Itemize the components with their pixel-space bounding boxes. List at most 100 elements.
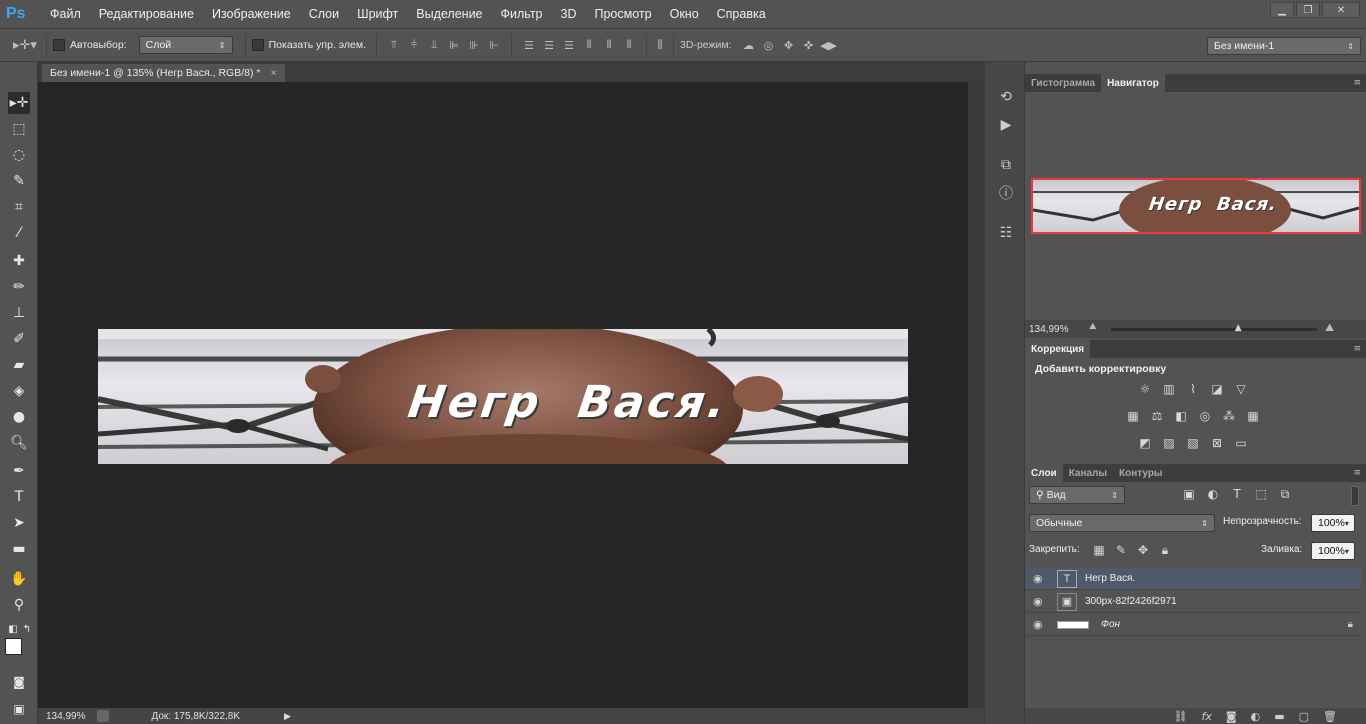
menu-window[interactable]: Окно: [670, 7, 699, 21]
menu-type[interactable]: Шрифт: [357, 7, 398, 21]
filter-shape-icon[interactable]: ⬚: [1253, 487, 1269, 501]
quick-mask-icon[interactable]: ◙: [8, 671, 30, 693]
photo-filter-icon[interactable]: ◎: [1197, 409, 1213, 423]
layer-row[interactable]: ◉ Фон 🔒︎: [1025, 614, 1361, 636]
align-left-icon[interactable]: ⊫: [447, 38, 461, 52]
menu-help[interactable]: Справка: [717, 7, 766, 21]
type-tool-icon[interactable]: T: [8, 486, 30, 508]
brightness-icon[interactable]: ☼: [1137, 382, 1153, 396]
exposure-icon[interactable]: ◪: [1209, 382, 1225, 396]
dodge-tool-icon[interactable]: 🔍︎: [8, 432, 30, 454]
link-layers-icon[interactable]: ⛓: [1174, 710, 1188, 723]
align-hcenter-icon[interactable]: ⊪: [467, 38, 481, 52]
restore-button[interactable]: ❐: [1296, 2, 1320, 18]
fx-icon[interactable]: fx: [1202, 710, 1212, 723]
tab-paths[interactable]: Контуры: [1113, 464, 1168, 482]
zoom-tool-icon[interactable]: ⚲: [8, 594, 30, 616]
document-canvas[interactable]: Негр Вася.: [98, 329, 908, 464]
tab-histogram[interactable]: Гистограмма: [1025, 74, 1101, 92]
filter-pixel-icon[interactable]: ▣: [1181, 487, 1197, 501]
autoselect-checkbox[interactable]: [53, 39, 65, 51]
marquee-tool-icon[interactable]: ⬚: [8, 118, 30, 140]
fill-field[interactable]: 100% ▾: [1311, 542, 1355, 560]
menu-3d[interactable]: 3D: [561, 7, 577, 21]
roll-3d-icon[interactable]: ◎: [762, 38, 776, 52]
3d-panel-icon[interactable]: ⧉: [997, 156, 1015, 174]
path-select-tool-icon[interactable]: ➤: [8, 512, 30, 534]
hue-saturation-icon[interactable]: ▦: [1125, 409, 1141, 423]
menu-view[interactable]: Просмотр: [595, 7, 652, 21]
history-brush-tool-icon[interactable]: ✐: [8, 328, 30, 350]
actions-panel-icon[interactable]: ▶: [997, 116, 1015, 134]
new-group-icon[interactable]: ▬: [1274, 710, 1284, 723]
add-mask-icon[interactable]: ◙: [1226, 710, 1237, 723]
screen-mode-icon[interactable]: ▣: [8, 698, 30, 720]
status-menu-arrow-icon[interactable]: ▶: [284, 711, 291, 722]
trash-icon[interactable]: 🗑︎: [1323, 710, 1337, 723]
navigator-zoom-value[interactable]: 134,99%: [1029, 324, 1068, 335]
status-share-icon[interactable]: [97, 710, 110, 722]
eye-icon[interactable]: ◉: [1033, 572, 1047, 585]
move-tool-preset-icon[interactable]: ▸✛▾: [10, 38, 40, 53]
distribute-right-icon[interactable]: ⫴: [622, 38, 636, 52]
layer-name[interactable]: Негр Вася.: [1085, 573, 1135, 584]
healing-brush-tool-icon[interactable]: ✚: [8, 250, 30, 272]
zoom-out-icon[interactable]: ⛰: [1089, 322, 1097, 332]
posterize-icon[interactable]: ▨: [1161, 436, 1177, 450]
info-panel-icon[interactable]: ⓘ: [997, 184, 1015, 202]
quick-select-tool-icon[interactable]: ✎: [8, 170, 30, 192]
align-vcenter-icon[interactable]: ⫩: [407, 38, 421, 52]
lock-transparency-icon[interactable]: ▦: [1091, 543, 1107, 557]
tab-layers[interactable]: Слои: [1025, 464, 1063, 482]
lock-pixels-icon[interactable]: ✎: [1113, 543, 1129, 557]
blur-tool-icon[interactable]: ●: [8, 406, 30, 428]
new-layer-icon[interactable]: ▢: [1299, 710, 1309, 723]
color-balance-icon[interactable]: ⚖: [1149, 409, 1165, 423]
layer-name[interactable]: Фон: [1101, 619, 1120, 630]
properties-panel-icon[interactable]: ☷: [997, 224, 1015, 242]
panel-menu-icon[interactable]: ≡: [1353, 78, 1361, 88]
clone-stamp-tool-icon[interactable]: ⊥: [8, 302, 30, 324]
menu-edit[interactable]: Редактирование: [99, 7, 194, 21]
scale-3d-icon[interactable]: ◀▶: [820, 38, 837, 52]
align-bottom-icon[interactable]: ⫫: [427, 38, 441, 52]
menu-file[interactable]: Файл: [50, 7, 81, 21]
eraser-tool-icon[interactable]: ▰: [8, 354, 30, 376]
gradient-map-icon[interactable]: ▭: [1233, 436, 1249, 450]
menu-select[interactable]: Выделение: [416, 7, 482, 21]
invert-icon[interactable]: ◩: [1137, 436, 1153, 450]
align-right-icon[interactable]: ⊩: [487, 38, 501, 52]
close-button[interactable]: ✕: [1322, 2, 1360, 18]
close-icon[interactable]: ×: [270, 67, 276, 79]
navigator-preview[interactable]: Негр Вася.: [1031, 178, 1361, 234]
tab-adjustments[interactable]: Коррекция: [1025, 340, 1091, 358]
new-adjustment-icon[interactable]: ◐: [1251, 710, 1261, 723]
vertical-scrollbar[interactable]: [968, 82, 984, 708]
pen-tool-icon[interactable]: ✒: [8, 460, 30, 482]
status-zoom[interactable]: 134,99%: [46, 711, 85, 722]
show-controls-checkbox[interactable]: [251, 39, 264, 51]
lock-all-icon[interactable]: 🔒︎: [1157, 543, 1173, 557]
lock-position-icon[interactable]: ✥: [1135, 543, 1151, 557]
distribute-bottom-icon[interactable]: ☰: [562, 38, 576, 52]
eye-icon[interactable]: ◉: [1033, 618, 1047, 631]
layer-row[interactable]: ◉ T Негр Вася.: [1025, 568, 1361, 590]
zoom-slider-thumb[interactable]: ▲: [1235, 323, 1242, 333]
black-white-icon[interactable]: ◧: [1173, 409, 1189, 423]
workspace-dropdown[interactable]: Без имени-1 ⇕: [1207, 37, 1361, 55]
panel-menu-icon[interactable]: ≡: [1353, 468, 1361, 478]
filter-type-icon[interactable]: T: [1229, 487, 1245, 501]
threshold-icon[interactable]: ▧: [1185, 436, 1201, 450]
move-tool-icon[interactable]: ▸✛: [8, 92, 30, 114]
distribute-hcenter-icon[interactable]: ⫴: [602, 38, 616, 52]
vibrance-icon[interactable]: ▽: [1233, 382, 1249, 396]
swap-colors-icon[interactable]: ↰: [16, 618, 38, 640]
opacity-field[interactable]: 100% ▾: [1311, 514, 1355, 532]
auto-align-icon[interactable]: ⫼: [653, 38, 667, 52]
layer-row[interactable]: ◉ ▣ 300px-82f2426f2971: [1025, 591, 1361, 613]
color-lookup-icon[interactable]: ▦: [1245, 409, 1261, 423]
lasso-tool-icon[interactable]: ◌: [8, 144, 30, 166]
slide-3d-icon[interactable]: ✜: [802, 38, 816, 52]
blend-mode-dropdown[interactable]: Обычные ⇕: [1029, 514, 1215, 532]
panel-menu-icon[interactable]: ≡: [1353, 344, 1361, 354]
